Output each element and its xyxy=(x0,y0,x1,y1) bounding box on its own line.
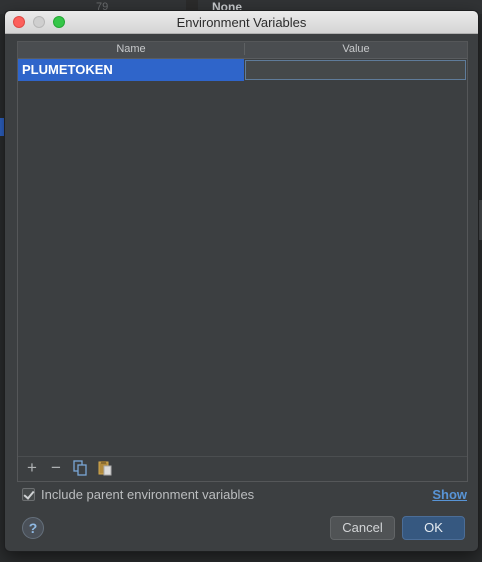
column-header-name[interactable]: Name xyxy=(18,43,244,55)
dialog-title: Environment Variables xyxy=(176,15,307,30)
env-vars-table: Name Value PLUMETOKEN + − xyxy=(17,41,468,482)
paste-icon[interactable] xyxy=(97,460,113,476)
checkmark-icon xyxy=(23,488,35,500)
table-header: Name Value xyxy=(18,42,467,59)
environment-variables-dialog: Environment Variables Name Value PLUMETO… xyxy=(5,11,478,551)
include-parent-checkbox[interactable] xyxy=(22,488,35,501)
copy-icon[interactable] xyxy=(72,460,88,476)
show-link[interactable]: Show xyxy=(432,487,467,502)
table-toolbar: + − xyxy=(18,456,467,481)
remove-icon[interactable]: − xyxy=(48,459,64,476)
ide-left-marker xyxy=(0,118,4,136)
include-parent-label[interactable]: Include parent environment variables xyxy=(41,487,254,502)
ok-button[interactable]: OK xyxy=(402,516,465,540)
help-button[interactable]: ? xyxy=(22,517,44,539)
env-var-name-cell[interactable]: PLUMETOKEN xyxy=(18,59,244,81)
env-var-value-input[interactable] xyxy=(245,60,466,80)
table-row[interactable]: PLUMETOKEN xyxy=(18,59,467,81)
cancel-button[interactable]: Cancel xyxy=(330,516,395,540)
column-header-value[interactable]: Value xyxy=(244,43,467,55)
dialog-titlebar: Environment Variables xyxy=(5,11,478,34)
add-icon[interactable]: + xyxy=(24,459,40,476)
